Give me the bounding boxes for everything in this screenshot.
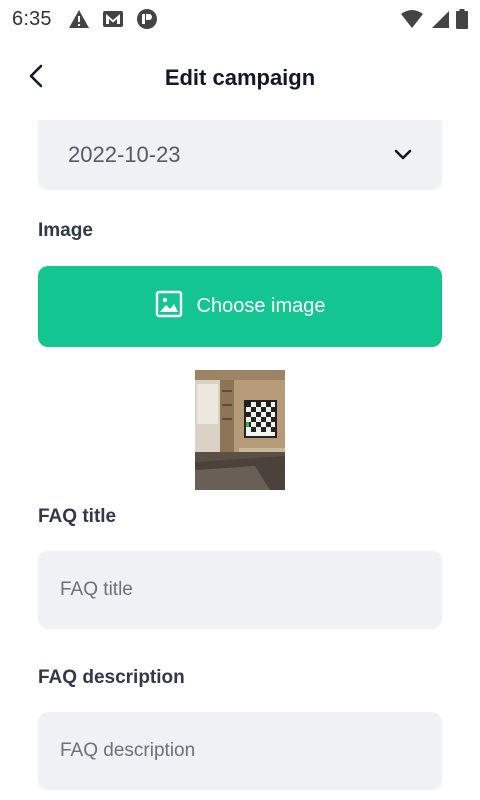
gmail-icon xyxy=(102,10,124,28)
faq-title-label: FAQ title xyxy=(38,506,117,527)
back-button[interactable] xyxy=(18,60,54,96)
cell-signal-icon xyxy=(430,9,450,29)
status-time: 6:35 xyxy=(12,7,52,30)
status-system-icons xyxy=(400,9,468,29)
chevron-down-icon xyxy=(394,149,412,161)
campaign-form: 2022-10-23 Image Choose image FAQ title … xyxy=(0,112,480,800)
image-icon xyxy=(155,290,183,324)
choose-image-label: Choose image xyxy=(196,295,326,317)
status-bar: 6:35 xyxy=(0,0,480,38)
page-title: Edit campaign xyxy=(164,65,316,90)
faq-description-input[interactable] xyxy=(60,740,420,762)
edit-campaign-screen: 6:35 Edit campaign 2022-10-23 Image Choo… xyxy=(0,0,480,800)
faq-description-label: FAQ description xyxy=(38,667,185,688)
image-label: Image xyxy=(38,220,93,241)
battery-icon xyxy=(456,9,468,29)
arrow-back-icon xyxy=(28,64,44,93)
warning-icon xyxy=(68,9,90,29)
choose-image-button[interactable]: Choose image xyxy=(38,266,442,347)
wifi-icon xyxy=(400,9,424,29)
faq-title-input[interactable] xyxy=(60,579,420,601)
faq-description-field xyxy=(38,712,442,790)
faq-title-field xyxy=(38,551,442,629)
status-notification-icons xyxy=(68,8,158,30)
app-bar: Edit campaign xyxy=(0,44,480,112)
selected-image-thumbnail xyxy=(195,370,285,490)
date-value: 2022-10-23 xyxy=(68,142,181,167)
app-notification-icon xyxy=(136,8,158,30)
date-select[interactable]: 2022-10-23 xyxy=(38,120,442,190)
